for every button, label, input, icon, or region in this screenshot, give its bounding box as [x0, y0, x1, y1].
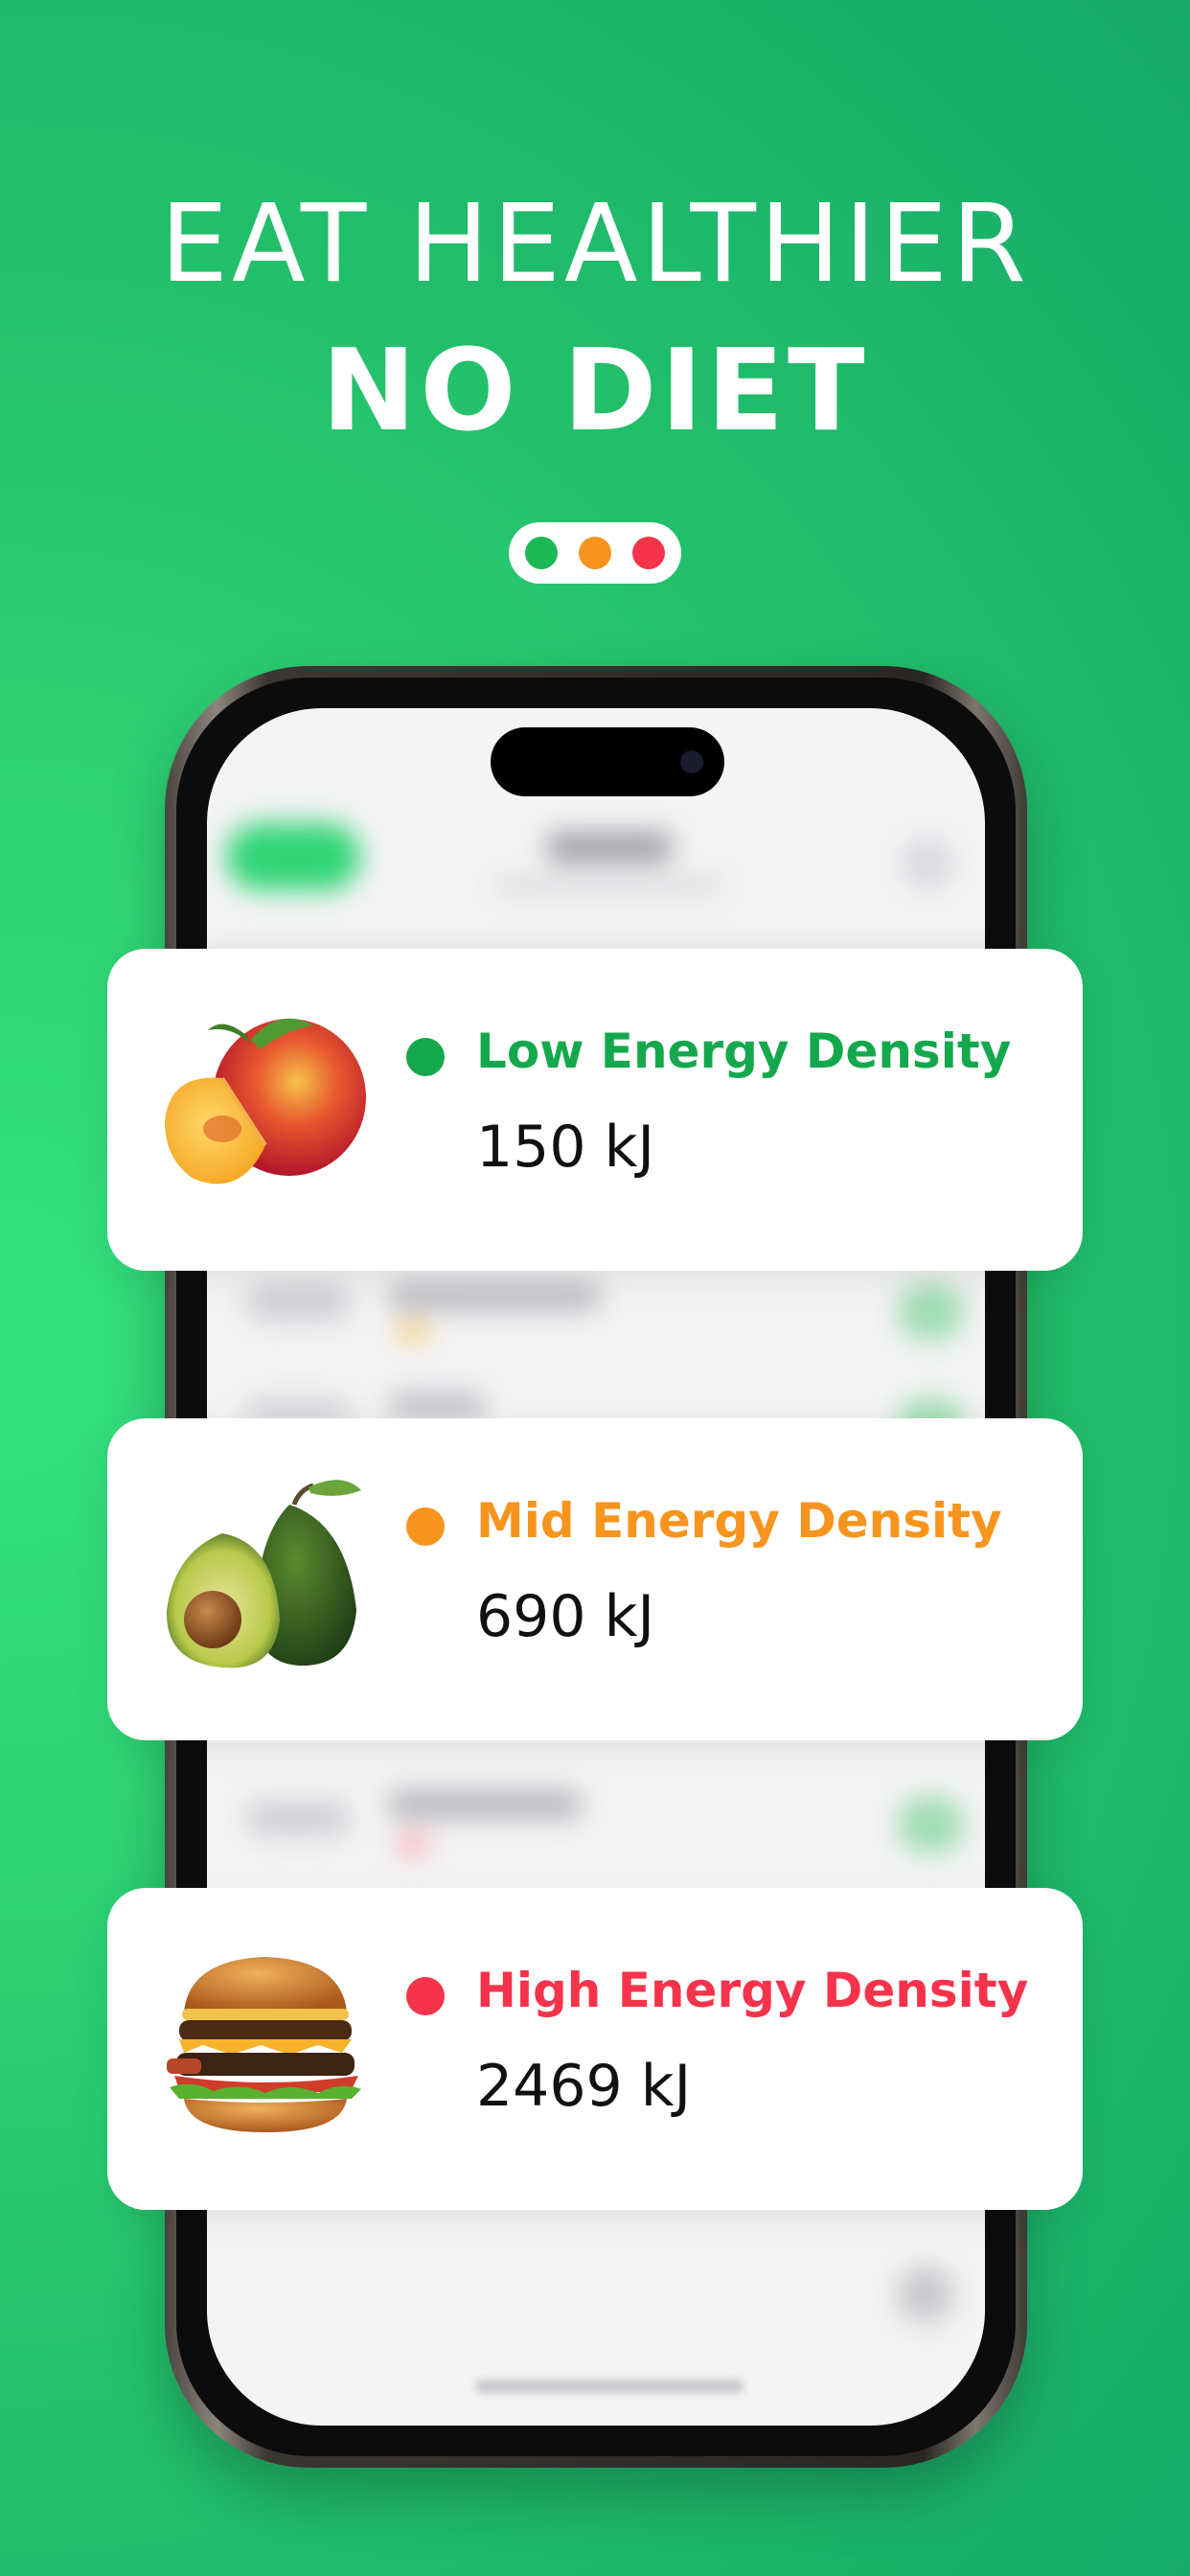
burger-icon: [167, 1957, 361, 2132]
energy-value-high: 2469 kJ: [476, 2053, 692, 2120]
energy-card-high: High Energy Density 2469 kJ: [107, 1888, 1083, 2210]
energy-label-low: Low Energy Density: [476, 1024, 1012, 1079]
avocado-icon: [166, 1480, 361, 1668]
status-dot-low: [406, 1038, 445, 1076]
indicator-dot-red: [632, 537, 665, 569]
home-indicator: [475, 2380, 744, 2393]
headline-line-1: EAT HEALTHIER: [160, 182, 1030, 307]
peach-icon: [165, 1018, 366, 1184]
dynamic-island: [491, 727, 724, 796]
indicator-dot-orange: [579, 537, 611, 569]
traffic-light-indicator: [509, 522, 681, 584]
status-dot-high: [406, 1977, 445, 2015]
status-dot-mid: [406, 1507, 445, 1546]
energy-card-mid: Mid Energy Density 690 kJ: [107, 1418, 1083, 1740]
energy-label-mid: Mid Energy Density: [476, 1493, 1002, 1549]
energy-label-high: High Energy Density: [476, 1963, 1029, 2018]
indicator-dot-green: [525, 537, 558, 569]
camera-icon: [680, 750, 703, 773]
energy-value-low: 150 kJ: [476, 1114, 655, 1181]
energy-value-mid: 690 kJ: [476, 1583, 655, 1650]
headline-line-2: NO DIET: [321, 324, 869, 456]
energy-card-low: Low Energy Density 150 kJ: [107, 949, 1083, 1271]
